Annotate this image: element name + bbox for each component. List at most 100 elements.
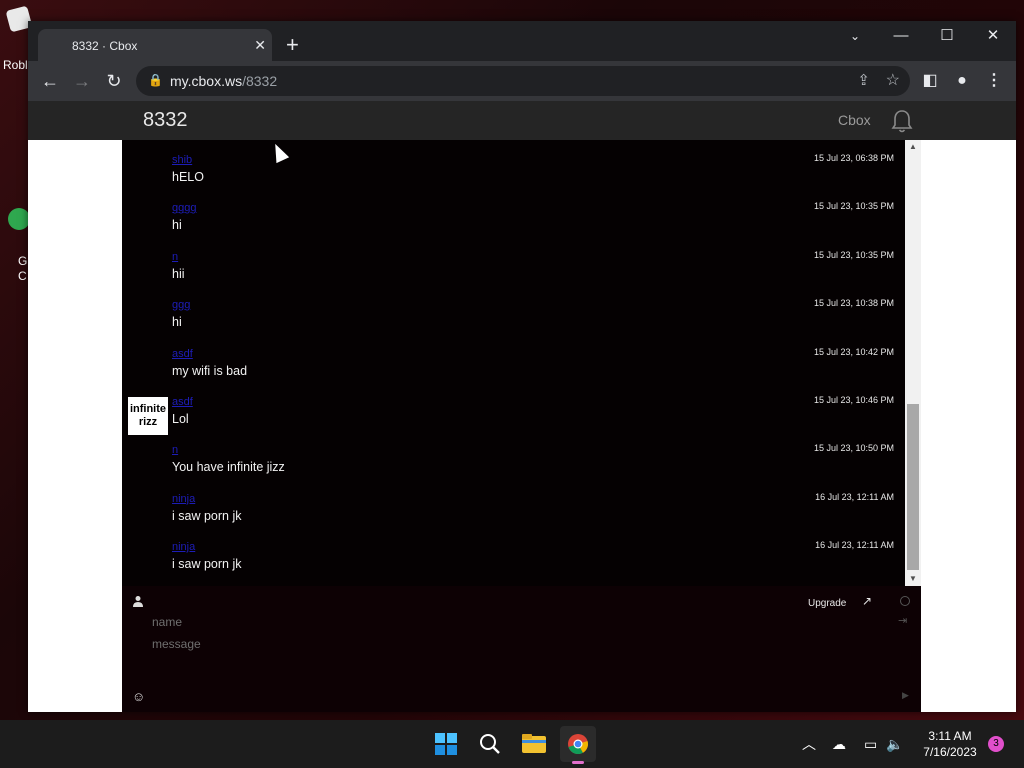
message-timestamp: 15 Jul 23, 10:46 PM	[813, 395, 894, 405]
chrome-shortcut-icon	[8, 208, 30, 230]
profile-icon[interactable]: ●	[950, 69, 974, 93]
send-arrow-icon[interactable]: ▶	[902, 690, 909, 701]
start-icon[interactable]	[428, 726, 464, 762]
name-input[interactable]	[152, 615, 852, 629]
url-path: /8332	[242, 73, 278, 89]
avatar: infinite rizz	[128, 397, 168, 435]
bell-icon[interactable]	[888, 107, 916, 135]
message-author-link[interactable]: n	[172, 444, 178, 456]
page-content: 8332 Cbox shib 15 Jul 23, 06:38 PM hELO ggg…	[28, 101, 1016, 712]
message-text: Lol	[172, 412, 189, 426]
login-icon[interactable]: ⇥	[898, 614, 907, 627]
side-panel-icon[interactable]: ◧	[918, 69, 942, 93]
scrollbar[interactable]: ▲ ▼	[905, 140, 921, 586]
scroll-down-arrow-icon[interactable]: ▼	[905, 572, 921, 586]
message-timestamp: 16 Jul 23, 12:11 AM	[815, 540, 894, 551]
chat-message: ggg 15 Jul 23, 10:38 PM hi	[122, 288, 905, 336]
message-timestamp: 15 Jul 23, 10:35 PM	[813, 249, 894, 260]
desktop-shortcut-label: Robl	[3, 58, 28, 72]
emoji-icon[interactable]: ☺	[132, 689, 145, 704]
chat-message: ninja 16 Jul 23, 12:11 AM i saw porn jk	[122, 482, 905, 530]
avatar-text: infinite rizz	[129, 403, 167, 428]
browser-window: 8332 · Cbox ✕ + ⌄ — ☐ ✕ ← → ↻ 🔒 my.cbox.…	[28, 21, 1016, 712]
new-tab-button[interactable]: +	[286, 29, 299, 61]
message-author-link[interactable]: asdf	[172, 348, 193, 360]
message-text: hi	[172, 218, 182, 233]
desktop-shortcut-roblox[interactable]: Robl	[0, 5, 33, 72]
lock-icon[interactable]: 🔒	[148, 73, 163, 87]
taskbar: ︿ ☁ ▭ 🔈 3:11 AM 7/16/2023	[0, 720, 1024, 768]
upgrade-link[interactable]: Upgrade	[808, 598, 846, 609]
chat-message: infinite rizz asdf 15 Jul 23, 10:46 PM Lol	[122, 385, 905, 435]
maximize-button[interactable]: ☐	[924, 21, 970, 51]
message-text: hi	[172, 315, 182, 330]
share-icon[interactable]: ⇪	[857, 71, 870, 89]
message-timestamp: 15 Jul 23, 10:35 PM	[813, 201, 894, 212]
message-list[interactable]: shib 15 Jul 23, 06:38 PM hELO gggg 15 Jul 23…	[122, 140, 905, 586]
volume-icon[interactable]: 🔈	[886, 720, 903, 768]
user-icon[interactable]	[132, 595, 146, 609]
popout-icon[interactable]: ↗	[862, 594, 872, 608]
tab-title: 8332 · Cbox	[72, 39, 138, 53]
show-hidden-icons-chevron-icon[interactable]: ︿	[802, 720, 816, 768]
chat-message: asdf 15 Jul 23, 10:42 PM my wifi is bad	[122, 337, 905, 385]
status-indicator	[900, 596, 910, 606]
message-timestamp: 15 Jul 23, 06:38 PM	[813, 153, 894, 163]
browser-toolbar: ← → ↻ 🔒 my.cbox.ws/8332 ⇪ ☆ ◧ ● ⋮	[28, 61, 1016, 101]
message-timestamp: 15 Jul 23, 10:50 PM	[813, 443, 894, 454]
message-text: You have infinite jizz	[172, 460, 285, 475]
close-tab-icon[interactable]: ✕	[254, 37, 266, 54]
message-author-link[interactable]: ninja	[172, 541, 195, 553]
url-text: my.cbox.ws/8332	[170, 73, 277, 89]
forward-button[interactable]: →	[68, 67, 96, 95]
chat-message: n 15 Jul 23, 10:50 PM You have infinite ji…	[122, 433, 905, 481]
chat-message: shib 15 Jul 23, 06:38 PM hELO	[122, 143, 905, 191]
clock-date: 7/16/2023	[923, 745, 977, 759]
browser-tab[interactable]: 8332 · Cbox ✕	[38, 29, 272, 61]
message-timestamp: 15 Jul 23, 10:42 PM	[813, 346, 894, 357]
chat-message: ninja 16 Jul 23, 12:11 AM i saw porn jk	[122, 530, 905, 578]
chrome-icon[interactable]	[560, 726, 596, 764]
message-author-link[interactable]: shib	[172, 154, 192, 166]
message-text: i saw porn jk	[172, 557, 242, 572]
message-text: hELO	[172, 170, 204, 184]
cbox-header: 8332 Cbox	[28, 101, 1016, 140]
message-text: hii	[172, 266, 185, 281]
scroll-up-arrow-icon[interactable]: ▲	[905, 140, 921, 154]
room-title: 8332	[143, 109, 188, 131]
back-button[interactable]: ←	[36, 67, 64, 95]
clock[interactable]: 3:11 AM 7/16/2023	[920, 728, 980, 760]
message-text: i saw porn jk	[172, 508, 242, 523]
desktop-shortcut-label: G C	[18, 254, 28, 283]
message-author-link[interactable]: ninja	[172, 493, 195, 505]
chat-message: gggg 15 Jul 23, 10:35 PM hi	[122, 191, 905, 239]
message-author-link[interactable]: ggg	[172, 299, 190, 311]
message-author-link[interactable]: asdf	[172, 396, 193, 408]
reload-button[interactable]: ↻	[100, 67, 128, 95]
bookmark-star-icon[interactable]: ☆	[886, 70, 900, 90]
title-bar: 8332 · Cbox ✕ + ⌄ — ☐ ✕	[28, 21, 1016, 61]
close-window-button[interactable]: ✕	[970, 21, 1016, 51]
message-timestamp: 16 Jul 23, 12:11 AM	[815, 491, 894, 502]
minimize-button[interactable]: —	[878, 21, 924, 51]
scroll-thumb[interactable]	[907, 404, 919, 570]
notification-badge[interactable]: 3	[988, 736, 1004, 752]
desktop-shortcut-chrome[interactable]: G C	[0, 208, 30, 283]
message-text: my wifi is bad	[172, 363, 248, 378]
tab-search-button[interactable]: ⌄	[832, 21, 878, 51]
chat-box: shib 15 Jul 23, 06:38 PM hELO gggg 15 Jul 23…	[122, 140, 921, 712]
post-form: Upgrade ↗ ⇥ ☺ ▶	[122, 586, 921, 712]
message-author-link[interactable]: gggg	[172, 202, 196, 214]
network-icon[interactable]: ▭	[864, 720, 877, 768]
cbox-brand-link[interactable]: Cbox	[838, 112, 871, 128]
onedrive-icon[interactable]: ☁	[832, 720, 846, 768]
file-explorer-icon[interactable]	[516, 726, 552, 762]
clock-time: 3:11 AM	[928, 729, 972, 743]
message-author-link[interactable]: n	[172, 251, 178, 263]
search-icon[interactable]	[472, 726, 508, 762]
menu-icon[interactable]: ⋮	[982, 69, 1006, 93]
message-input[interactable]	[152, 637, 852, 677]
address-bar[interactable]: 🔒 my.cbox.ws/8332 ⇪ ☆	[136, 66, 910, 96]
url-host: my.cbox.ws	[170, 73, 243, 89]
chat-message: n 15 Jul 23, 10:35 PM hii	[122, 240, 905, 288]
